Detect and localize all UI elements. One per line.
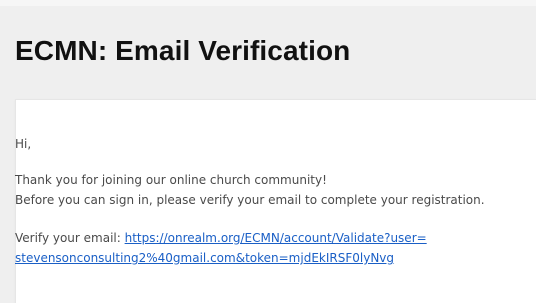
verify-link-part-2[interactable]: stevensonconsulting2%40gmail.com&token=m… [15,251,394,265]
verify-link-part-1[interactable]: https://onrealm.org/ECMN/account/Validat… [125,231,427,245]
greeting-text: Hi, [15,137,32,151]
top-edge [0,0,536,6]
body-line-2: Before you can sign in, please verify yo… [15,193,485,207]
email-title: ECMN: Email Verification [15,35,351,66]
email-page: ECMN: Email Verification Hi, Thank you f… [0,0,536,303]
verify-line: Verify your email: https://onrealm.org/E… [15,228,427,248]
verify-link-line-2: stevensonconsulting2%40gmail.com&token=m… [15,248,394,268]
verify-label: Verify your email: [15,231,125,245]
body-line-1: Thank you for joining our online church … [15,173,327,187]
